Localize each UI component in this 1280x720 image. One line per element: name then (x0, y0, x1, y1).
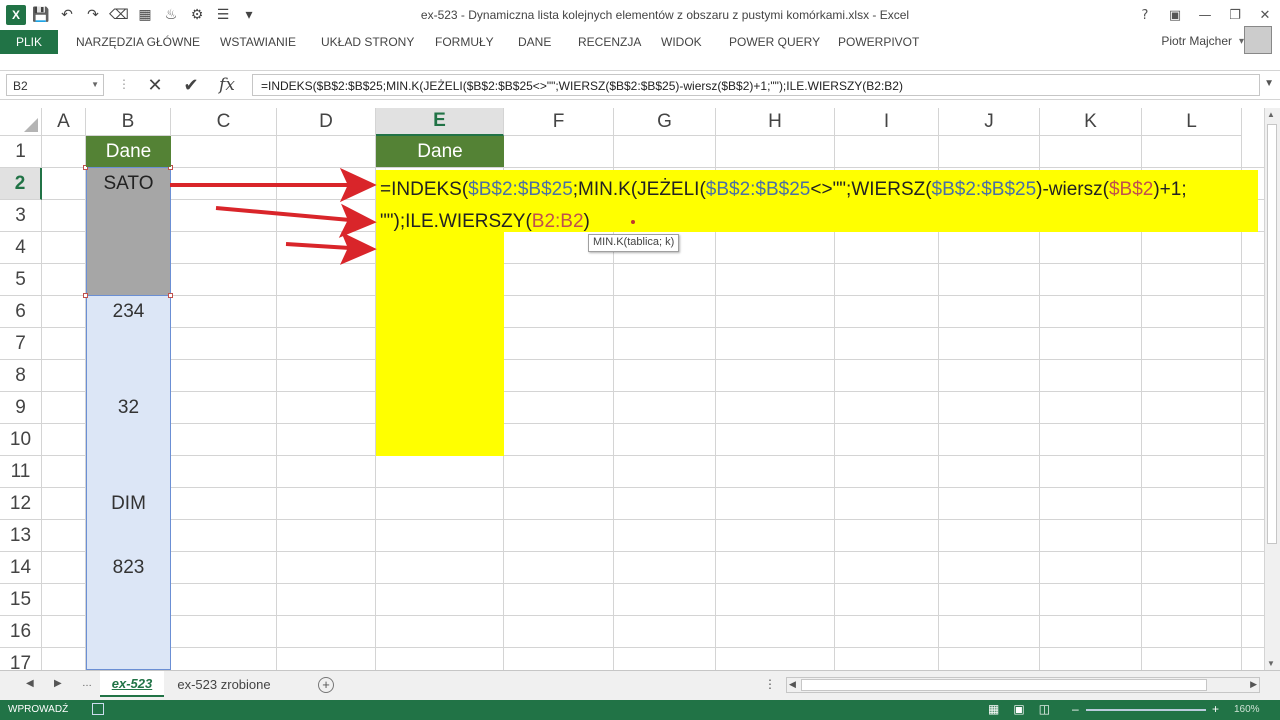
scroll-up-icon[interactable]: ▲ (1267, 110, 1275, 119)
page-break-view-icon[interactable]: ◫ (1039, 702, 1050, 716)
zoom-out-icon[interactable]: – (1072, 702, 1079, 716)
user-name[interactable]: Piotr Majcher (1161, 34, 1232, 48)
ribbon-tabs: PLIK NARZĘDZIA GŁÓWNE WSTAWIANIE UKŁAD S… (0, 30, 1280, 54)
sheet-tab-bar: ◀ ▶ … ex-523 ex-523 zrobione + ⋮ ◀ ▶ (0, 670, 1280, 700)
excel-logo-icon: X (6, 5, 26, 25)
tab-data[interactable]: DANE (518, 30, 551, 54)
tab-powerpivot[interactable]: POWERPIVOT (838, 30, 919, 54)
tab-formulas[interactable]: FORMUŁY (435, 30, 494, 54)
add-sheet-button[interactable]: + (318, 677, 334, 693)
save-icon[interactable]: 💾 (30, 4, 52, 26)
arrow-3-line (285, 242, 351, 250)
name-box[interactable]: B2 ▼ (6, 74, 104, 96)
arrow-2-line (215, 206, 351, 222)
chevron-down-icon[interactable]: ▼ (91, 80, 99, 89)
scroll-right-icon[interactable]: ▶ (1250, 679, 1257, 690)
tab-page-layout[interactable]: UKŁAD STRONY (321, 30, 414, 54)
eraser-icon[interactable]: ⌫ (108, 4, 130, 26)
zoom-level[interactable]: 160% (1234, 704, 1260, 715)
cancel-icon[interactable]: ✕ (140, 73, 170, 97)
tab-file[interactable]: PLIK (0, 30, 58, 54)
vertical-scroll-thumb[interactable] (1267, 124, 1277, 544)
tree-icon[interactable]: ⚙ (186, 4, 208, 26)
status-mode: WPROWADŹ (8, 704, 69, 715)
split-dots-icon[interactable]: ⋮ (764, 677, 776, 691)
sheet-next-icon[interactable]: ▶ (54, 678, 62, 689)
scroll-down-icon[interactable]: ▼ (1267, 659, 1275, 668)
tab-home[interactable]: NARZĘDZIA GŁÓWNE (76, 30, 200, 54)
sheet-more-icon[interactable]: … (82, 678, 92, 689)
formula-bar: B2 ▼ ⋮ ✕ ✔ fx =INDEKS($B$2:$B$25;MIN.K(J… (0, 70, 1280, 100)
arrow-icon (170, 167, 377, 265)
help-icon[interactable]: ? (1130, 0, 1160, 30)
tab-view[interactable]: WIDOK (661, 30, 702, 54)
arrow-1-head (339, 167, 377, 203)
redo-icon[interactable]: ↷ (82, 4, 104, 26)
page-layout-view-icon[interactable]: ▣ (1013, 702, 1024, 716)
expand-formula-icon[interactable]: ▼ (1264, 78, 1274, 89)
avatar[interactable] (1244, 26, 1272, 54)
zoom-slider[interactable] (1086, 709, 1206, 711)
filter-icon[interactable]: ☰ (212, 4, 234, 26)
vertical-scrollbar[interactable]: ▲ ▼ (1264, 108, 1280, 670)
paint-icon[interactable]: ♨ (160, 4, 182, 26)
arrow-2-head (338, 203, 377, 238)
minimize-icon[interactable]: — (1190, 0, 1220, 30)
macro-record-icon[interactable] (92, 703, 104, 715)
tab-insert[interactable]: WSTAWIANIE (220, 30, 296, 54)
annotation-arrows (170, 167, 377, 265)
scroll-left-icon[interactable]: ◀ (789, 679, 796, 690)
title-bar: X 💾 ↶ ↷ ⌫ ▦ ♨ ⚙ ☰ ▾ ex-523 - Dynamiczna … (0, 0, 1280, 30)
formula-input[interactable]: =INDEKS($B$2:$B$25;MIN.K(JEŻELI($B$2:$B$… (252, 74, 1260, 96)
view-switcher: ▦ ▣ ◫ (988, 702, 1050, 716)
status-bar: WPROWADŹ ▦ ▣ ◫ – + 160% (0, 700, 1280, 720)
undo-icon[interactable]: ↶ (56, 4, 78, 26)
normal-view-icon[interactable]: ▦ (988, 702, 999, 716)
tab-review[interactable]: RECENZJA (578, 30, 641, 54)
insert-function-button[interactable]: fx (212, 73, 242, 97)
horizontal-scroll-thumb[interactable] (801, 679, 1207, 691)
sheet-tab-ex-523[interactable]: ex-523 (100, 671, 164, 697)
table-icon[interactable]: ▦ (134, 4, 156, 26)
zoom-in-icon[interactable]: + (1212, 702, 1219, 716)
quick-access-toolbar: X 💾 ↶ ↷ ⌫ ▦ ♨ ⚙ ☰ ▾ (6, 4, 260, 26)
name-box-value: B2 (13, 79, 28, 93)
ribbon-display-icon[interactable]: ▣ (1160, 0, 1190, 30)
drag-handle-icon[interactable]: ⋮ (118, 77, 130, 91)
tab-power-query[interactable]: POWER QUERY (729, 30, 820, 54)
spreadsheet-grid[interactable]: A B C D E F G H I J K L 1 2 3 4 5 6 7 8 … (0, 108, 1264, 670)
enter-icon[interactable]: ✔ (176, 73, 206, 97)
sheet-tab-ex-523-zrobione[interactable]: ex-523 zrobione (168, 671, 280, 697)
arrow-3-head (340, 231, 377, 265)
sheet-prev-icon[interactable]: ◀ (26, 678, 34, 689)
horizontal-scrollbar[interactable]: ◀ ▶ (786, 677, 1260, 693)
more-icon[interactable]: ▾ (238, 4, 260, 26)
